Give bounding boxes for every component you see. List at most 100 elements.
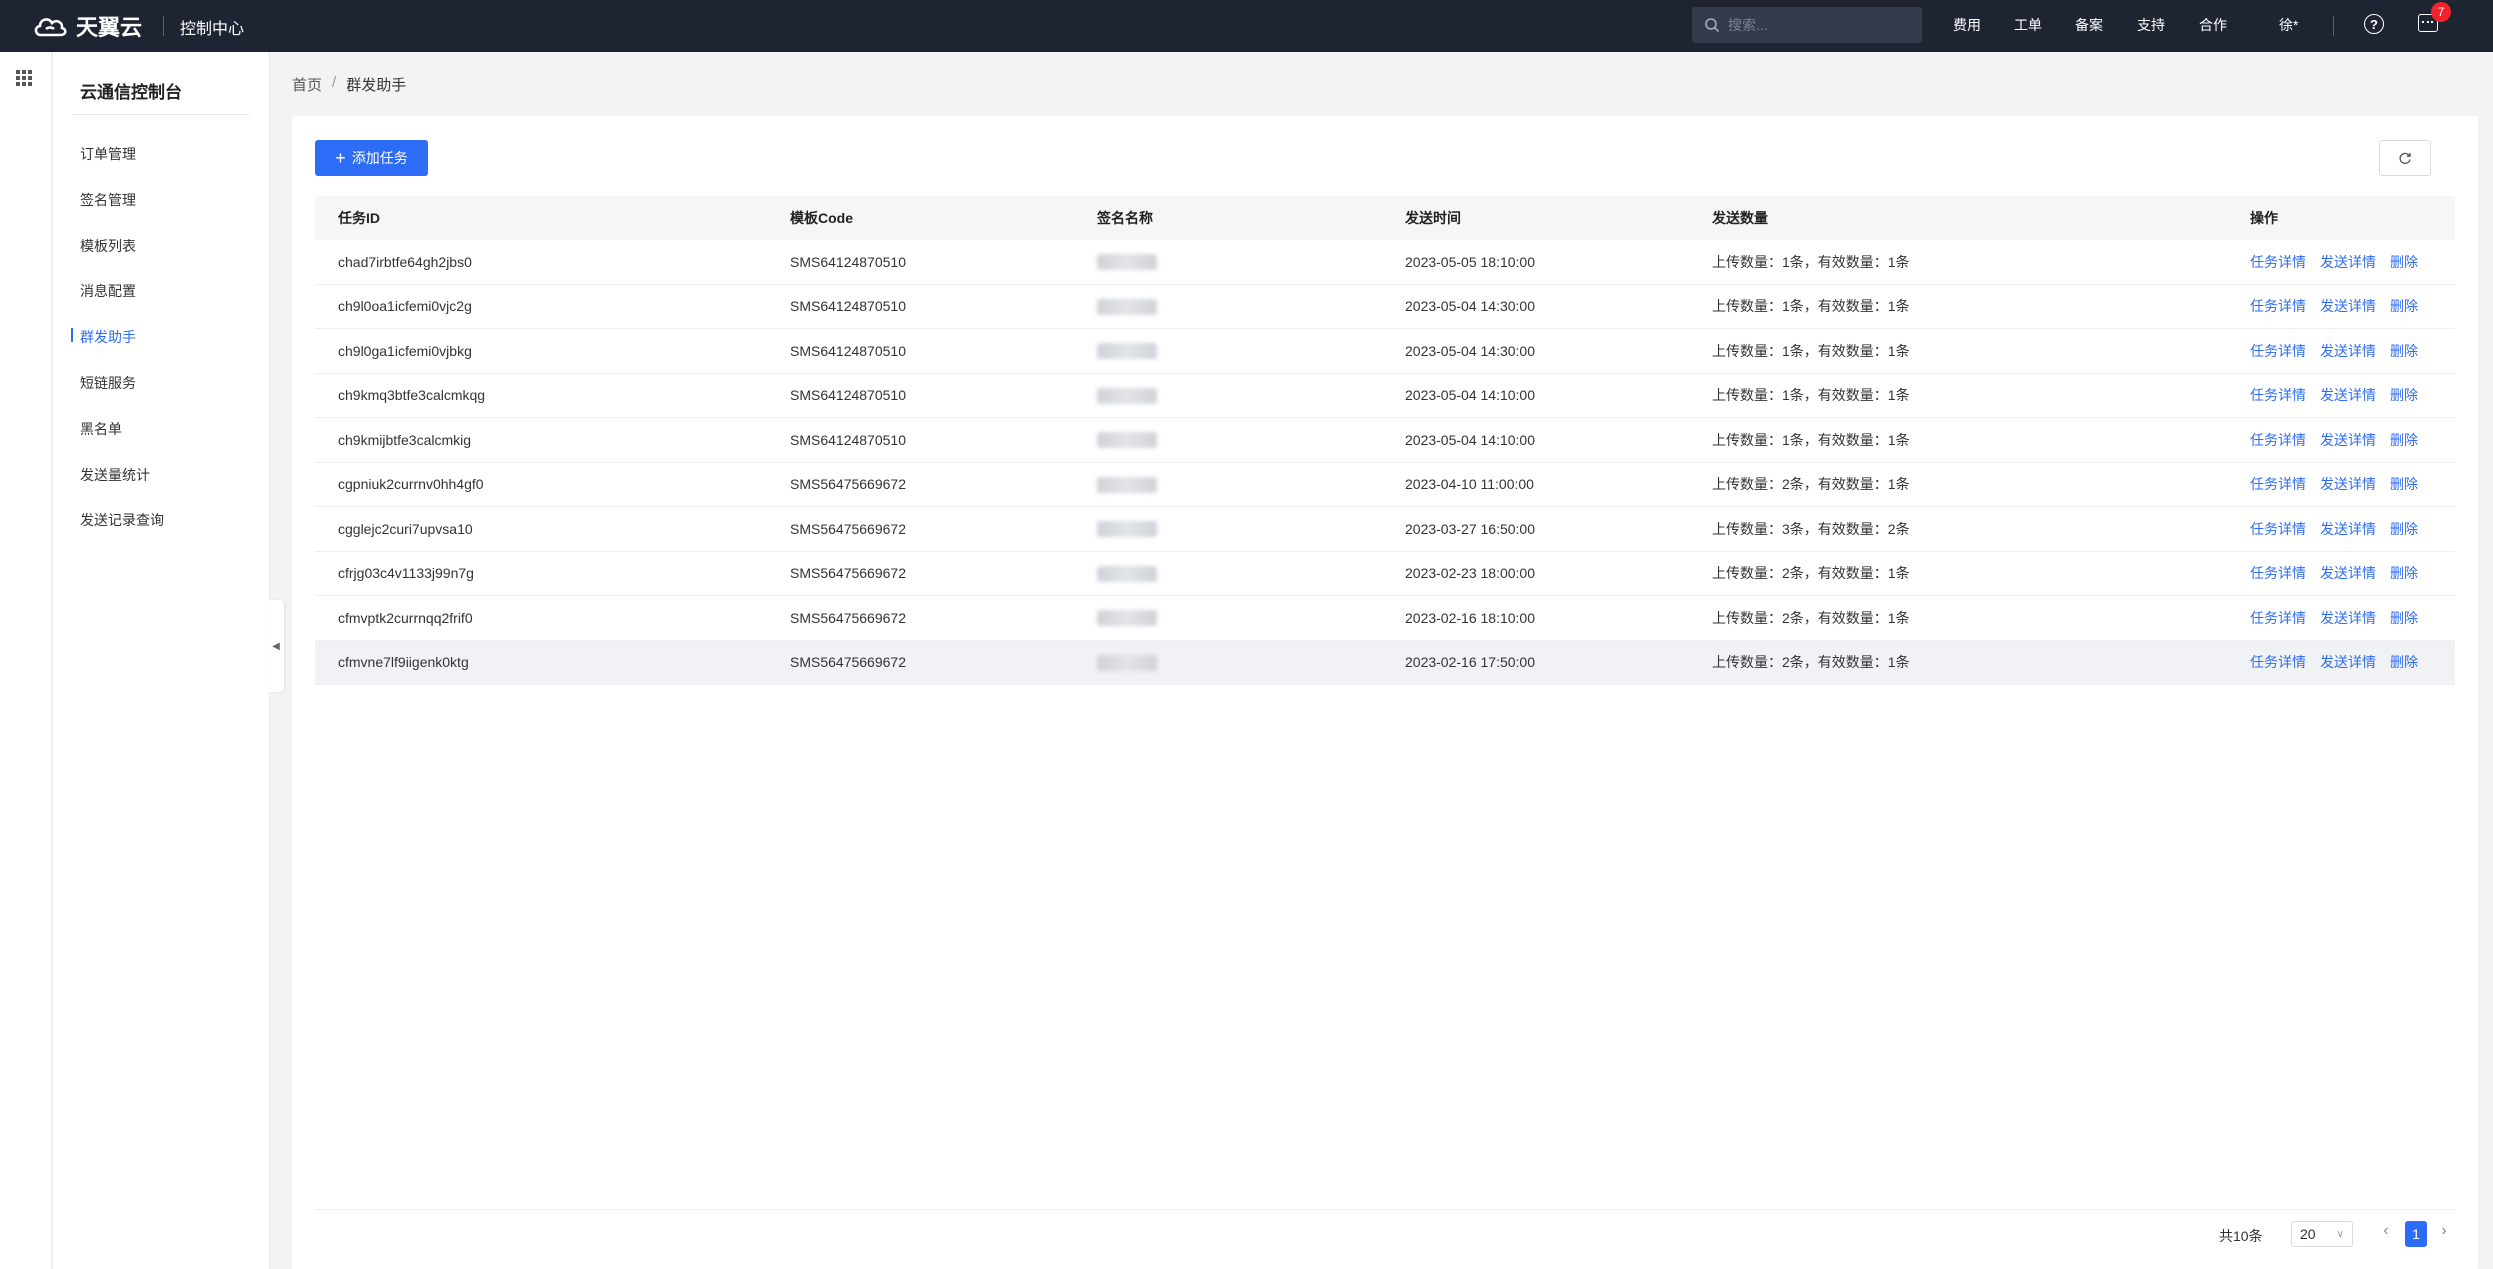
- breadcrumb-home[interactable]: 首页: [292, 74, 322, 95]
- send-detail-link[interactable]: 发送详情: [2320, 296, 2376, 316]
- cloud-logo-icon: [34, 18, 67, 37]
- delete-link[interactable]: 删除: [2390, 563, 2418, 583]
- cell-send-time: 2023-02-23 18:00:00: [1405, 565, 1535, 582]
- page-size-value: 20: [2300, 1226, 2316, 1242]
- page-prev-button[interactable]: ‹: [2375, 1222, 2397, 1246]
- sidebar-title: 云通信控制台: [80, 83, 182, 102]
- cell-template-code: SMS56475669672: [790, 565, 906, 582]
- task-detail-link[interactable]: 任务详情: [2250, 296, 2306, 316]
- task-detail-link[interactable]: 任务详情: [2250, 608, 2306, 628]
- delete-link[interactable]: 删除: [2390, 385, 2418, 405]
- header-task-id: 任务ID: [338, 210, 380, 226]
- task-detail-link[interactable]: 任务详情: [2250, 430, 2306, 450]
- task-detail-link[interactable]: 任务详情: [2250, 474, 2306, 494]
- cell-send-time: 2023-05-04 14:30:00: [1405, 298, 1535, 315]
- page-next-button[interactable]: ›: [2433, 1222, 2455, 1246]
- sidebar-item-message-config[interactable]: 消息配置: [80, 281, 136, 301]
- delete-link[interactable]: 删除: [2390, 341, 2418, 361]
- cell-task-id: cfmvne7lf9iigenk0ktg: [338, 654, 469, 671]
- task-detail-link[interactable]: 任务详情: [2250, 563, 2306, 583]
- nav-ticket-link[interactable]: 工单: [2014, 15, 2042, 35]
- nav-support-link[interactable]: 支持: [2137, 15, 2165, 35]
- sidebar-item-blacklist[interactable]: 黑名单: [80, 419, 122, 439]
- sidebar-item-short-link[interactable]: 短链服务: [80, 373, 136, 393]
- task-detail-link[interactable]: 任务详情: [2250, 252, 2306, 272]
- cell-send-count: 上传数量：1条，有效数量：1条: [1712, 387, 1910, 404]
- nav-billing-link[interactable]: 费用: [1953, 15, 1981, 35]
- redacted-signature: [1097, 387, 1157, 404]
- table-row: ch9kmq3btfe3calcmkqg SMS64124870510 2023-0…: [315, 374, 2455, 418]
- cell-signature-redacted: [1097, 342, 1157, 360]
- task-detail-link[interactable]: 任务详情: [2250, 385, 2306, 405]
- send-detail-link[interactable]: 发送详情: [2320, 341, 2376, 361]
- cell-task-id: cfmvptk2currnqq2frif0: [338, 609, 473, 626]
- sidebar-item-send-stats[interactable]: 发送量统计: [80, 465, 150, 485]
- logo-divider: [163, 16, 164, 36]
- cell-signature-redacted: [1097, 387, 1157, 404]
- header-template-code: 模板Code: [790, 210, 853, 226]
- send-detail-link[interactable]: 发送详情: [2320, 563, 2376, 583]
- send-detail-link[interactable]: 发送详情: [2320, 519, 2376, 539]
- cell-signature-redacted: [1097, 609, 1157, 627]
- cell-send-time: 2023-05-04 14:10:00: [1405, 431, 1535, 448]
- console-center-link[interactable]: 控制中心: [180, 15, 244, 39]
- sidebar-item-signatures[interactable]: 签名管理: [80, 190, 136, 210]
- sidebar-item-templates[interactable]: 模板列表: [80, 236, 136, 256]
- delete-link[interactable]: 删除: [2390, 430, 2418, 450]
- sidebar-collapse-handle[interactable]: ◀: [268, 600, 284, 692]
- search-input[interactable]: [1728, 17, 1908, 33]
- sidebar-item-send-records[interactable]: 发送记录查询: [80, 510, 164, 530]
- table-row: cfrjg03c4v1133j99n7g SMS56475669672 2023-0…: [315, 552, 2455, 596]
- sidebar-active-indicator: [71, 328, 73, 342]
- cell-send-time: 2023-04-10 11:00:00: [1405, 476, 1534, 493]
- global-search[interactable]: [1692, 7, 1922, 43]
- cell-template-code: SMS56475669672: [790, 520, 906, 537]
- cell-send-count: 上传数量：2条，有效数量：1条: [1712, 609, 1910, 626]
- nav-partner-link[interactable]: 合作: [2199, 15, 2227, 35]
- task-detail-link[interactable]: 任务详情: [2250, 341, 2306, 361]
- user-menu[interactable]: 徐*: [2279, 15, 2298, 35]
- delete-link[interactable]: 删除: [2390, 519, 2418, 539]
- task-detail-link[interactable]: 任务详情: [2250, 652, 2306, 672]
- sidebar-item-orders[interactable]: 订单管理: [80, 144, 136, 164]
- delete-link[interactable]: 删除: [2390, 296, 2418, 316]
- redacted-signature: [1097, 521, 1157, 538]
- caret-left-icon: ◀: [272, 640, 280, 652]
- pagination-total: 共10条: [2219, 1228, 2263, 1244]
- sidebar-item-bulk-send[interactable]: 群发助手: [80, 327, 136, 347]
- cell-send-count: 上传数量：1条，有效数量：1条: [1712, 253, 1910, 270]
- delete-link[interactable]: 删除: [2390, 474, 2418, 494]
- send-detail-link[interactable]: 发送详情: [2320, 652, 2376, 672]
- page-number-current[interactable]: 1: [2405, 1221, 2427, 1247]
- send-detail-link[interactable]: 发送详情: [2320, 252, 2376, 272]
- delete-link[interactable]: 删除: [2390, 652, 2418, 672]
- task-table: 任务ID 模板Code 签名名称 发送时间 发送数量 操作 chad7irbtf…: [315, 196, 2455, 685]
- send-detail-link[interactable]: 发送详情: [2320, 385, 2376, 405]
- notification-badge: 7: [2431, 2, 2451, 22]
- refresh-button[interactable]: [2379, 140, 2431, 176]
- send-detail-link[interactable]: 发送详情: [2320, 430, 2376, 450]
- page-size-select[interactable]: 20 ∨: [2291, 1221, 2353, 1247]
- send-detail-link[interactable]: 发送详情: [2320, 608, 2376, 628]
- redacted-signature: [1097, 476, 1157, 493]
- cell-template-code: SMS64124870510: [790, 298, 906, 315]
- cell-actions: 任务详情 发送详情 删除: [2250, 296, 2418, 316]
- cell-template-code: SMS56475669672: [790, 609, 906, 626]
- help-icon[interactable]: ?: [2364, 14, 2384, 34]
- add-task-button[interactable]: + 添加任务: [315, 140, 428, 176]
- cell-send-time: 2023-02-16 17:50:00: [1405, 654, 1535, 671]
- delete-link[interactable]: 删除: [2390, 608, 2418, 628]
- nav-filing-link[interactable]: 备案: [2075, 15, 2103, 35]
- brand-logo[interactable]: 天翼云: [32, 10, 142, 42]
- table-row: ch9l0oa1icfemi0vjc2g SMS64124870510 2023-0…: [315, 285, 2455, 329]
- delete-link[interactable]: 删除: [2390, 252, 2418, 272]
- cell-task-id: cgpniuk2currnv0hh4gf0: [338, 476, 484, 493]
- task-detail-link[interactable]: 任务详情: [2250, 519, 2306, 539]
- topbar-divider: [2333, 16, 2334, 36]
- cell-actions: 任务详情 发送详情 删除: [2250, 474, 2418, 494]
- cell-send-count: 上传数量：3条，有效数量：2条: [1712, 520, 1910, 537]
- apps-grid-icon[interactable]: [16, 70, 32, 86]
- cell-task-id: chad7irbtfe64gh2jbs0: [338, 253, 472, 270]
- send-detail-link[interactable]: 发送详情: [2320, 474, 2376, 494]
- cell-template-code: SMS56475669672: [790, 654, 906, 671]
